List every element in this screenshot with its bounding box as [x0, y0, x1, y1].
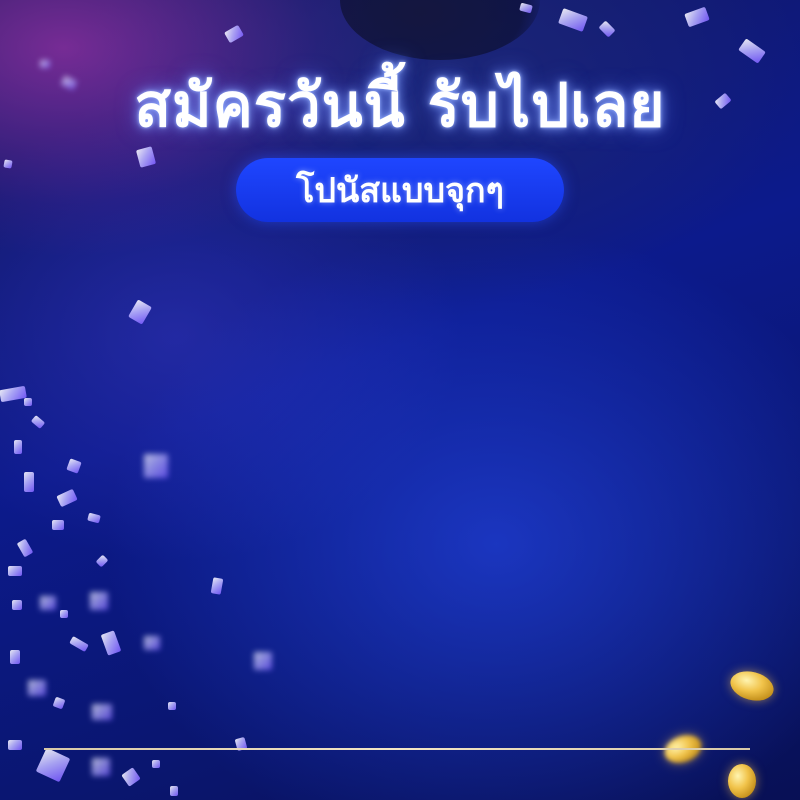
confetti-piece	[254, 652, 272, 670]
confetti-piece	[92, 758, 110, 776]
confetti-piece	[40, 596, 56, 610]
confetti-piece	[3, 159, 13, 169]
confetti-piece	[10, 650, 20, 664]
confetti-piece	[8, 566, 22, 576]
confetti-piece	[92, 704, 112, 720]
confetti-piece	[144, 636, 160, 650]
confetti-piece	[8, 740, 22, 750]
confetti-piece	[168, 702, 176, 710]
confetti-piece	[12, 600, 22, 610]
gold-coin	[728, 764, 756, 798]
confetti-piece	[170, 786, 178, 796]
confetti-piece	[14, 440, 22, 454]
confetti-piece	[90, 592, 108, 610]
confetti-piece	[144, 454, 168, 478]
headline: สมัครวันนี้ รับไปเลย	[134, 71, 666, 141]
confetti-piece	[52, 520, 64, 530]
confetti-piece	[24, 472, 34, 492]
confetti-piece	[152, 760, 160, 768]
divider-line	[44, 748, 750, 750]
confetti-piece	[60, 610, 68, 618]
bonus-badge-label: โปนัสแบบจุกๆ	[296, 171, 504, 211]
confetti-piece	[28, 680, 46, 696]
confetti-piece	[24, 398, 32, 406]
bonus-badge: โปนัสแบบจุกๆ	[236, 158, 564, 222]
